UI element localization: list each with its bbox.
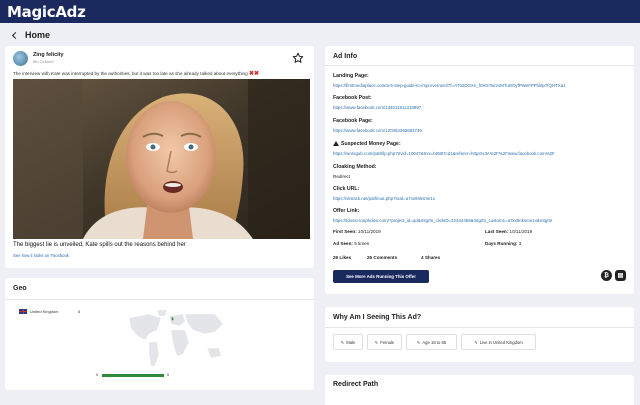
app-logo[interactable]: MagicAdz (7, 3, 86, 21)
chip-male[interactable]: ✎ Male (333, 334, 363, 350)
facebook-page-label: Facebook Page: (333, 118, 373, 124)
bitcoin-icon[interactable]: ₿ (601, 270, 612, 281)
cloaking-label: Cloaking Method: (333, 164, 377, 170)
comments-count: 26 Comments (367, 255, 398, 260)
shares-count: 4 Shares (421, 255, 441, 260)
redirect-card: Redirect Path (325, 375, 634, 405)
chip-location[interactable]: ✎ Live in United Kingdom (461, 334, 536, 350)
page-name: Zing felicity (33, 52, 64, 58)
pencil-icon: ✎ (374, 339, 379, 345)
geo-title: Geo (13, 285, 27, 292)
chip-age[interactable]: ✎ Age 18 to 65 (406, 334, 457, 350)
money-page-label: Suspected Money Page: (341, 141, 401, 147)
ad-info-title: Ad Info (333, 53, 358, 60)
divider (325, 65, 634, 66)
ad-info-card: Ad Info Landing Page: https://firstmedia… (325, 46, 634, 294)
money-page-label-row: Suspected Money Page: (333, 141, 401, 147)
why-card: Why Am I Seeing This Ad? ✎ Male ✎ Female ✎… (325, 307, 634, 362)
cross-mark-icon: ✖✖ (248, 71, 260, 77)
top-bar: MagicAdz (0, 0, 640, 23)
last-seen: Last Seen: 10/11/2019 (485, 229, 533, 234)
post-date: 8th October (33, 59, 54, 64)
star-icon[interactable] (292, 52, 304, 64)
pencil-icon: ✎ (340, 339, 345, 345)
click-url-label: Click URL: (333, 186, 360, 192)
uk-flag-icon (19, 309, 27, 314)
ad-preview-card: Zing felicity 8th October The interview … (5, 46, 314, 268)
money-page-link[interactable]: https://worsgub.com/path/lp.php?trvid=10… (333, 151, 629, 156)
back-label[interactable]: Home (25, 30, 50, 40)
first-seen: First Seen: 10/11/2019 (333, 229, 381, 234)
post-text: The interview with Kate was interrupted … (13, 71, 248, 76)
facebook-preview-link[interactable]: See how it looks on Facebook (13, 253, 69, 258)
geo-row: United Kingdom (19, 309, 58, 314)
offer-link-label: Offer Link: (333, 208, 360, 214)
likes-count: 29 Likes (333, 255, 352, 260)
why-title: Why Am I Seeing This Ad? (333, 314, 422, 321)
pencil-icon: ✎ (416, 339, 421, 345)
landing-page-label: Landing Page: (333, 73, 369, 79)
export-icon[interactable]: ▤ (615, 270, 626, 281)
divider (5, 299, 314, 300)
ad-seen: Ad Seen: 5 times (333, 241, 370, 246)
cloaking-value: Redirect (333, 174, 351, 179)
geo-count: 5 (78, 309, 81, 314)
divider (325, 327, 634, 328)
facebook-post-link[interactable]: https://www.facebook.com/134011911318897 (333, 105, 629, 110)
bar-max-label: 5 (167, 373, 169, 377)
chip-female[interactable]: ✎ Female (367, 334, 402, 350)
chevron-left-icon[interactable] (11, 31, 20, 39)
warning-icon (333, 141, 339, 146)
back-link[interactable]: Home (11, 29, 50, 41)
ad-headline: The biggest lie is unveiled, Kate spills… (13, 242, 186, 248)
world-map[interactable] (127, 308, 227, 370)
facebook-post-label: Facebook Post: (333, 95, 372, 101)
facebook-page-link[interactable]: https://www.facebook.com/120363392682749 (333, 128, 629, 133)
ad-image (13, 79, 310, 239)
geo-card: Geo United Kingdom 5 5 5 (5, 278, 314, 390)
post-text-line: The interview with Kate was interrupted … (13, 70, 309, 77)
page-avatar (13, 51, 28, 66)
bar-min-label: 5 (96, 373, 98, 377)
click-url-link[interactable]: https://vktrack.net/path/out.php?sxid=a7… (333, 196, 629, 201)
days-running: Days Running: 3 (485, 241, 522, 246)
pencil-icon: ✎ (474, 339, 478, 345)
landing-page-link[interactable]: https://firstmediaplace.com/a-5-step-gui… (333, 83, 629, 88)
redirect-title: Redirect Path (333, 381, 379, 388)
offer-link[interactable]: https://tdosin-loopholes.com/?project_id… (333, 218, 629, 223)
see-more-ads-button[interactable]: See More Ads Running This Offer (333, 270, 429, 283)
geo-country: United Kingdom (30, 309, 59, 314)
geo-bar (102, 374, 164, 377)
